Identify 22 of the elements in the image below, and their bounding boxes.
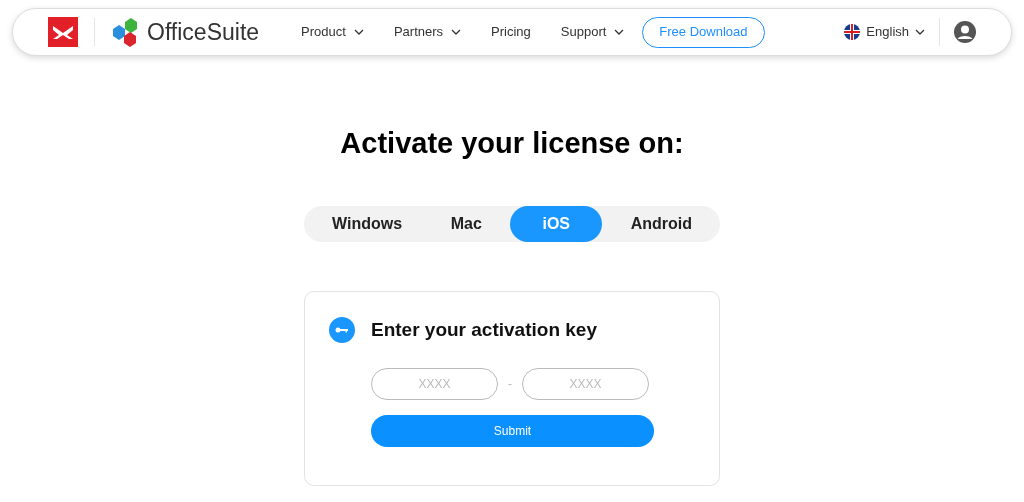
nav-link[interactable]: Support: [560, 22, 625, 42]
platform-tab[interactable]: Windows: [312, 205, 423, 242]
nav-link[interactable]: Pricing: [491, 22, 531, 42]
key-icon: [329, 316, 355, 343]
page-title: Activate your license on:: [340, 126, 684, 161]
key-separator: -: [508, 376, 512, 393]
chevron-down-icon: [915, 29, 925, 35]
chevron-down-icon: [614, 29, 625, 35]
brand-name[interactable]: OfficeSuite: [147, 14, 260, 50]
key-input-field[interactable]: XXXX: [522, 368, 649, 400]
chevron-down-icon: [353, 29, 364, 35]
nav-link[interactable]: Product: [301, 22, 364, 42]
platform-tab[interactable]: Android: [610, 205, 712, 242]
logo-icon[interactable]: [48, 17, 78, 47]
chevron-down-icon: [451, 29, 462, 35]
card-heading: Enter your activation key: [371, 317, 597, 342]
flag-icon: [844, 24, 861, 40]
platform-tab[interactable]: Mac: [430, 205, 502, 242]
key-input-field[interactable]: XXXX: [371, 368, 498, 400]
language-selector[interactable]: English: [866, 22, 925, 42]
user-avatar-icon[interactable]: [954, 21, 976, 43]
nav-link[interactable]: Partners: [393, 22, 462, 42]
